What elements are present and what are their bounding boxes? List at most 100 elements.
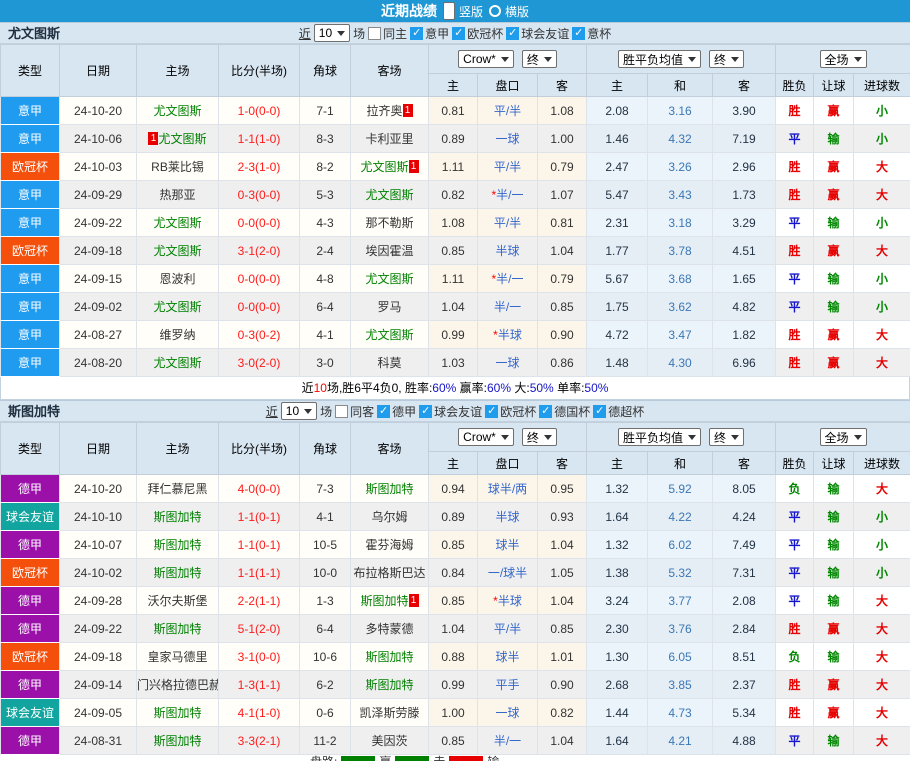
checkbox-icon[interactable] <box>368 27 381 40</box>
home-team[interactable]: RB莱比锡 <box>137 153 219 181</box>
away-team[interactable]: 罗马 <box>351 293 429 321</box>
mean-draw: 3.85 <box>648 671 713 699</box>
home-team[interactable]: 斯图加特 <box>137 559 219 587</box>
odds-home: 0.99 <box>429 321 478 349</box>
match-count-select[interactable]: 10 <box>314 24 350 42</box>
bookmaker-select[interactable]: Crow* <box>458 428 514 446</box>
period-select[interactable]: 全场 <box>820 50 867 68</box>
mean-time-select[interactable]: 终 <box>709 50 744 68</box>
league-filter-0-0[interactable]: ✓意甲 <box>410 25 449 42</box>
checkbox-icon[interactable]: ✓ <box>506 27 519 40</box>
away-team[interactable]: 布拉格斯巴达 <box>351 559 429 587</box>
home-team[interactable]: 维罗纳 <box>137 321 219 349</box>
radio-selected-icon[interactable] <box>443 2 455 20</box>
layout-radio-vertical[interactable]: 竖版 <box>443 2 483 20</box>
away-team[interactable]: 斯图加特 <box>351 475 429 503</box>
league-filter-1-3[interactable]: ✓德国杯 <box>539 403 590 420</box>
team-name: 乌尔姆 <box>371 510 407 524</box>
home-team[interactable]: 尤文图斯 <box>137 349 219 377</box>
away-team[interactable]: 美因茨 <box>351 727 429 755</box>
result-goals: 小 <box>854 265 910 293</box>
away-team[interactable]: 多特蒙德 <box>351 615 429 643</box>
home-team[interactable]: 尤文图斯 <box>137 237 219 265</box>
odds-time-select[interactable]: 终 <box>522 428 557 446</box>
mean-odds-select[interactable]: 胜平负均值 <box>618 50 701 68</box>
home-team[interactable]: 皇家马德里 <box>137 643 219 671</box>
league-filter-1-1[interactable]: ✓球会友谊 <box>419 403 482 420</box>
odds-away: 1.08 <box>538 97 587 125</box>
away-team[interactable]: 卡利亚里 <box>351 125 429 153</box>
corners: 10-0 <box>300 559 351 587</box>
home-team[interactable]: 沃尔夫斯堡 <box>137 587 219 615</box>
home-team[interactable]: 门兴格拉德巴赫 <box>137 671 219 699</box>
home-team[interactable]: 尤文图斯 <box>137 293 219 321</box>
bookmaker-select[interactable]: Crow* <box>458 50 514 68</box>
away-team[interactable]: 尤文图斯 <box>351 265 429 293</box>
home-team[interactable]: 斯图加特 <box>137 727 219 755</box>
checkbox-icon[interactable]: ✓ <box>539 405 552 418</box>
mean-away: 3.90 <box>713 97 776 125</box>
home-team[interactable]: 恩波利 <box>137 265 219 293</box>
away-team[interactable]: 凯泽斯劳滕 <box>351 699 429 727</box>
result-wdl: 胜 <box>776 349 814 377</box>
same-venue-filter[interactable]: 同客 <box>335 403 374 420</box>
home-team[interactable]: 1尤文图斯 <box>137 125 219 153</box>
odds-away: 1.04 <box>538 237 587 265</box>
odds-home: 1.04 <box>429 293 478 321</box>
home-team[interactable]: 尤文图斯 <box>137 97 219 125</box>
league-filter-0-2[interactable]: ✓球会友谊 <box>506 25 569 42</box>
mean-time-select[interactable]: 终 <box>709 428 744 446</box>
home-team[interactable]: 热那亚 <box>137 181 219 209</box>
result-wdl: 胜 <box>776 671 814 699</box>
checkbox-icon[interactable] <box>335 405 348 418</box>
away-team[interactable]: 那不勒斯 <box>351 209 429 237</box>
home-team[interactable]: 拜仁慕尼黑 <box>137 475 219 503</box>
league-filter-1-2[interactable]: ✓欧冠杯 <box>485 403 536 420</box>
match-date: 24-09-29 <box>60 181 137 209</box>
checkbox-icon[interactable]: ✓ <box>485 405 498 418</box>
league-filter-0-1[interactable]: ✓欧冠杯 <box>452 25 503 42</box>
mean-home: 2.31 <box>587 209 648 237</box>
home-team[interactable]: 斯图加特 <box>137 615 219 643</box>
same-venue-filter[interactable]: 同主 <box>368 25 407 42</box>
checkbox-icon[interactable]: ✓ <box>572 27 585 40</box>
league-filter-0-3[interactable]: ✓意杯 <box>572 25 611 42</box>
away-team[interactable]: 尤文图斯 <box>351 321 429 349</box>
home-team[interactable]: 斯图加特 <box>137 699 219 727</box>
checkbox-icon[interactable]: ✓ <box>452 27 465 40</box>
mean-odds-select[interactable]: 胜平负均值 <box>618 428 701 446</box>
away-team[interactable]: 拉齐奥1 <box>351 97 429 125</box>
odds-time-select[interactable]: 终 <box>522 50 557 68</box>
checkbox-icon[interactable]: ✓ <box>410 27 423 40</box>
mean-away: 2.37 <box>713 671 776 699</box>
odds-home: 0.85 <box>429 531 478 559</box>
period-select[interactable]: 全场 <box>820 428 867 446</box>
result-goals: 大 <box>854 349 910 377</box>
away-team[interactable]: 埃因霍温 <box>351 237 429 265</box>
away-team[interactable]: 斯图加特1 <box>351 587 429 615</box>
away-team[interactable]: 霍芬海姆 <box>351 531 429 559</box>
away-team[interactable]: 尤文图斯1 <box>351 153 429 181</box>
near-link[interactable]: 近 <box>266 403 278 420</box>
away-team[interactable]: 斯图加特 <box>351 643 429 671</box>
mean-home: 2.68 <box>587 671 648 699</box>
match-count-select[interactable]: 10 <box>281 402 317 420</box>
table-row: 德甲 24-09-28 沃尔夫斯堡 2-2(1-1) 1-3 斯图加特1 0.8… <box>1 587 910 615</box>
away-team[interactable]: 乌尔姆 <box>351 503 429 531</box>
radio-unselected-icon[interactable] <box>489 5 501 17</box>
result-goals: 小 <box>854 293 910 321</box>
home-team[interactable]: 斯图加特 <box>137 503 219 531</box>
result-handicap: 赢 <box>814 321 854 349</box>
checkbox-icon[interactable]: ✓ <box>419 405 432 418</box>
away-team[interactable]: 科莫 <box>351 349 429 377</box>
league-filter-1-4[interactable]: ✓德超杯 <box>593 403 644 420</box>
away-team[interactable]: 尤文图斯 <box>351 181 429 209</box>
away-team[interactable]: 斯图加特 <box>351 671 429 699</box>
checkbox-icon[interactable]: ✓ <box>377 405 390 418</box>
near-link[interactable]: 近 <box>299 25 311 42</box>
home-team[interactable]: 斯图加特 <box>137 531 219 559</box>
layout-radio-horizontal[interactable]: 横版 <box>489 3 529 20</box>
league-filter-1-0[interactable]: ✓德甲 <box>377 403 416 420</box>
home-team[interactable]: 尤文图斯 <box>137 209 219 237</box>
checkbox-icon[interactable]: ✓ <box>593 405 606 418</box>
